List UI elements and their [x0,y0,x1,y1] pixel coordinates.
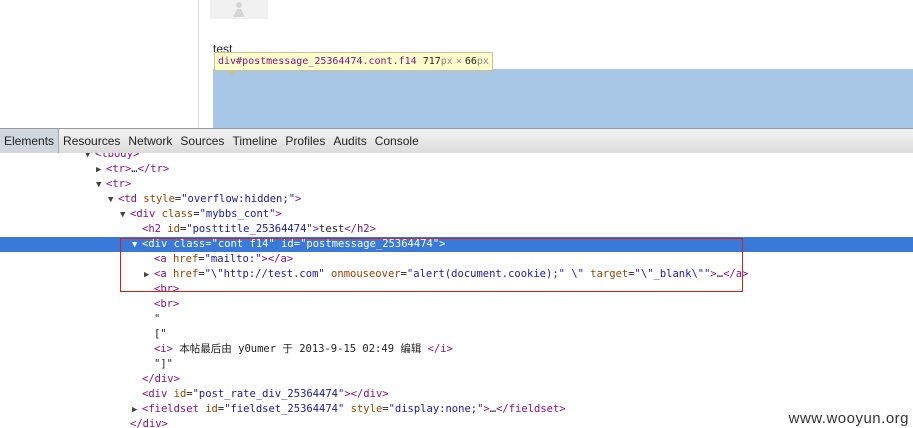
tree-node-text: " [154,313,161,325]
tab-sources[interactable]: Sources [176,129,228,153]
tree-node-text: <h2 id="posttitle_25364474">test</h2> [142,223,376,235]
expand-triangle-closed-icon[interactable]: ▶ [96,163,106,178]
tree-node-selected[interactable]: ▼ <div class="cont f14" id="postmessage_2… [0,237,913,252]
tree-node[interactable]: ▼ <div class="mybbs_cont"> [0,207,913,222]
tree-node[interactable]: <i> 本帖最后由 y0umer 于 2013-9-15 02:49 编辑 </… [0,342,913,357]
expand-triangle-open-icon[interactable]: ▼ [132,238,142,253]
tree-node-text: <i> 本帖最后由 y0umer 于 2013-9-15 02:49 编辑 </… [154,343,453,355]
tree-node-text: [" [154,328,167,340]
tree-node[interactable]: "]" [0,357,913,372]
tree-node[interactable]: ▼ <tr> [0,177,913,192]
tooltip-width: 717 [422,56,441,67]
tree-node[interactable]: " [0,312,913,327]
tooltip-times: × [455,56,462,67]
tree-node[interactable]: [" [0,327,913,342]
expand-triangle-open-icon[interactable]: ▼ [108,193,118,208]
tab-profiles[interactable]: Profiles [281,129,329,153]
tab-elements[interactable]: Elements [0,129,60,153]
tab-audits[interactable]: Audits [329,129,370,153]
tooltip-width-unit: px [440,56,453,67]
tree-node-text: <br> [154,283,180,295]
expand-triangle-open-icon[interactable]: ▼ [120,208,130,223]
elements-tree: ▼ <tbody> ▶ <tr>…</tr> ▼ <tr> ▼ <td style="over… [0,153,913,428]
tree-node[interactable]: </div> [0,372,913,387]
tooltip-height-unit: px [476,56,489,67]
tree-node[interactable]: <br> [0,297,913,312]
tree-node-text: <tr>…</tr> [106,163,170,175]
element-highlight-overlay [213,69,913,128]
tree-node-text: <a href="mailto:"></a> [154,253,294,265]
tree-node-text: <br> [154,298,180,310]
tree-node-text: <div class="mybbs_cont"> [130,208,282,220]
tree-node-text: <fieldset id="fieldset_25364474" style="… [142,403,566,415]
tree-node[interactable]: <h2 id="posttitle_25364474">test</h2> [0,222,913,237]
tree-node-text: </div> [130,418,168,428]
tree-node-text: <div id="post_rate_div_25364474"></div> [142,388,389,400]
page-left-column [0,0,199,128]
tree-node-text: </div> [142,373,180,385]
tree-node[interactable]: ▼ <td style="overflow:hidden;"> [0,192,913,207]
avatar-placeholder-icon [233,2,245,17]
tree-node[interactable]: <br> [0,282,913,297]
tree-node[interactable]: ▶ <fieldset id="fieldset_25364474" style=… [0,402,913,417]
tab-console[interactable]: Console [371,129,423,153]
avatar [210,0,268,19]
tree-node-text: <tr> [106,178,132,190]
tree-node[interactable]: ▼ <tbody> [0,153,913,162]
element-size-tooltip: div#postmessage_25364474.cont.f14 717px ×… [214,52,493,76]
tree-node[interactable]: ▶ <tr>…</tr> [0,162,913,177]
tree-node-text: <td style="overflow:hidden;"> [118,193,302,205]
tab-network[interactable]: Network [124,129,176,153]
tree-node-text: <div class="cont f14" id="postmessage_25… [142,238,446,250]
expand-triangle-open-icon[interactable]: ▼ [96,178,106,193]
tree-node-text: "]" [154,358,173,370]
expand-triangle-closed-icon[interactable]: ▶ [144,268,154,283]
tree-node[interactable]: <a href="mailto:"></a> [0,252,913,267]
tooltip-height: 66 [464,56,477,67]
tooltip-selector: div#postmessage_25364474.cont.f14 [218,56,417,67]
tree-node-text: <a href="\"http://test.com" onmouseover=… [154,268,749,280]
tree-node[interactable]: <div id="post_rate_div_25364474"></div> [0,387,913,402]
watermark: www.wooyun.org [788,410,909,427]
tab-timeline[interactable]: Timeline [228,129,281,153]
page-preview: test div#postmessage_25364474.cont.f14 7… [0,0,913,128]
expand-triangle-closed-icon[interactable]: ▶ [132,403,142,418]
tree-node[interactable]: ▶ <a href="\"http://test.com" onmouseover… [0,267,913,282]
devtools-tab-bar: Elements Resources Network Sources Timel… [0,128,913,154]
tab-resources[interactable]: Resources [59,129,124,153]
tree-node[interactable]: </div> [0,417,913,428]
tree-node-text: <tbody> [95,153,140,160]
